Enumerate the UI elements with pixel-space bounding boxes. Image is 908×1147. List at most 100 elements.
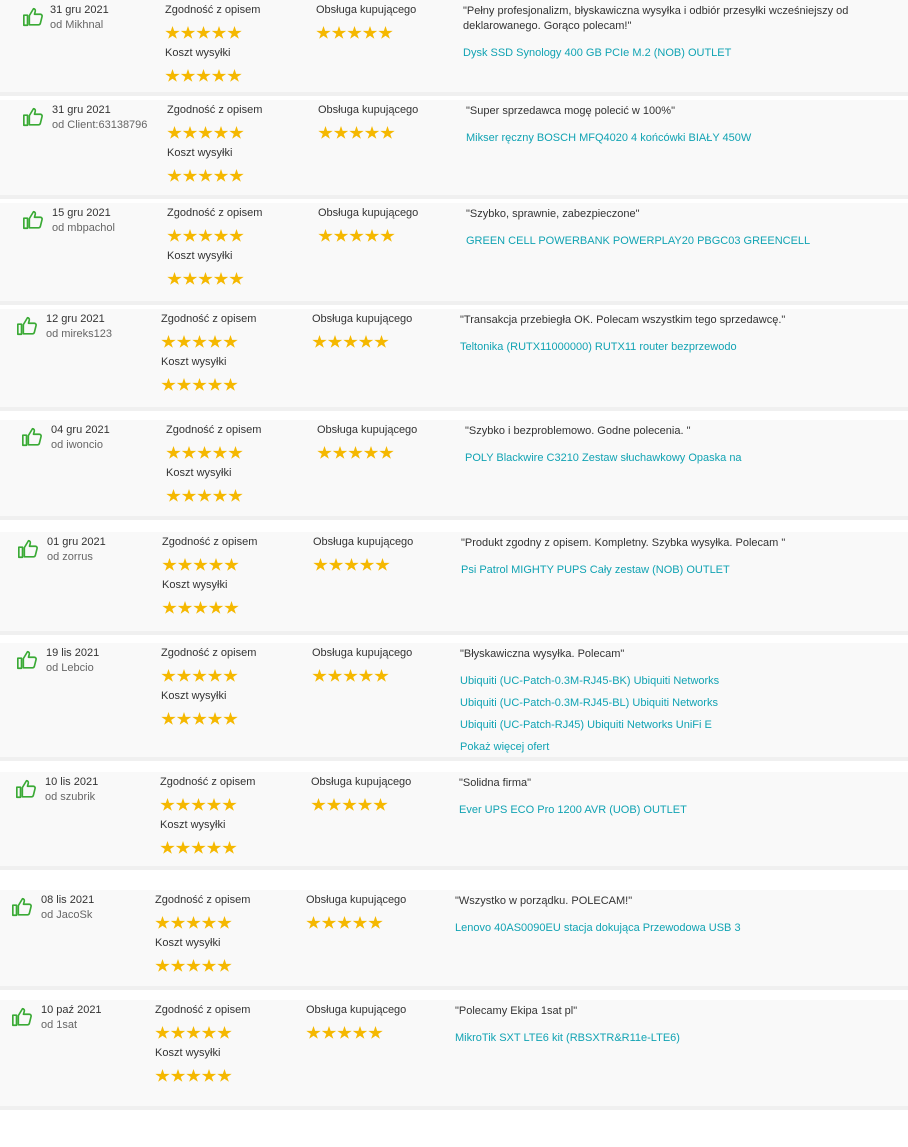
service-label: Obsługa kupującego (313, 536, 414, 548)
star-icon (318, 126, 333, 139)
star-icon (180, 26, 196, 39)
star-icon (165, 69, 180, 82)
star-icon (364, 126, 380, 139)
star-icon (349, 126, 364, 139)
star-icon (378, 26, 393, 39)
star-icon (206, 841, 222, 854)
review-date: 31 gru 2021 (52, 104, 111, 116)
star-icon (155, 959, 170, 972)
star-icon (213, 272, 229, 285)
star-icon (211, 69, 227, 82)
service-rating (312, 335, 390, 353)
product-link[interactable]: Ever UPS ECO Pro 1200 AVR (UOB) OUTLET (459, 804, 687, 816)
product-link[interactable]: Lenovo 40AS0090EU stacja dokująca Przewo… (455, 922, 741, 934)
product-link[interactable]: Mikser ręczny BOSCH MFQ4020 4 końcówki B… (466, 132, 751, 144)
description-rating (161, 669, 239, 687)
star-icon (213, 126, 229, 139)
star-icon (342, 798, 357, 811)
thumbs-up-icon (17, 538, 39, 560)
review-comment: "Polecamy Ekipa 1sat pl" (455, 1005, 578, 1017)
star-icon (312, 669, 327, 682)
star-icon (333, 229, 349, 242)
star-icon (206, 798, 222, 811)
star-icon (368, 916, 383, 929)
star-icon (227, 69, 242, 82)
description-label: Zgodność z opisem (160, 776, 256, 788)
description-rating (155, 1026, 233, 1044)
product-link[interactable]: Ubiquiti (UC-Patch-0.3M-RJ45-BL) Ubiquit… (460, 697, 718, 709)
star-icon (306, 1026, 321, 1039)
service-rating (318, 126, 396, 144)
description-label: Zgodność z opisem (167, 207, 263, 219)
product-link[interactable]: Ubiquiti (UC-Patch-RJ45) Ubiquiti Networ… (460, 719, 712, 731)
service-label: Obsługa kupującego (317, 424, 418, 436)
service-label: Obsługa kupującego (316, 4, 417, 16)
star-icon (180, 69, 196, 82)
star-icon (349, 229, 364, 242)
star-icon (211, 26, 227, 39)
review-item: 08 lis 2021 od JacoSk Zgodność z opisem Kos… (0, 890, 908, 990)
show-more-offers-link[interactable]: Pokaż więcej ofert (460, 741, 549, 753)
review-item: 04 gru 2021 od iwoncio Zgodność z opisem Ko… (0, 420, 908, 520)
review-comment: "Produkt zgodny z opisem. Kompletny. Szy… (461, 537, 786, 549)
thumbs-up-icon (21, 426, 43, 448)
thumbs-up-icon (11, 896, 33, 918)
reviewer-name: od mireks123 (46, 328, 113, 340)
description-rating (160, 798, 238, 816)
review-date: 12 gru 2021 (46, 313, 105, 325)
review-date: 01 gru 2021 (47, 536, 106, 548)
star-icon (182, 272, 198, 285)
star-icon (208, 601, 224, 614)
review-date: 19 lis 2021 (46, 647, 100, 659)
star-icon (328, 558, 344, 571)
star-icon (193, 601, 208, 614)
product-link[interactable]: Dysk SSD Synology 400 GB PCIe M.2 (NOB) … (463, 47, 731, 59)
description-rating (162, 558, 240, 576)
star-icon (352, 916, 368, 929)
product-link[interactable]: Ubiquiti (UC-Patch-0.3M-RJ45-BK) Ubiquit… (460, 675, 719, 687)
thumbs-up-icon (16, 649, 38, 671)
product-link[interactable]: MikroTik SXT LTE6 kit (RBSXTR&R11e-LTE6) (455, 1032, 680, 1044)
product-link[interactable]: GREEN CELL POWERBANK POWERPLAY20 PBGC03 … (466, 235, 810, 247)
star-icon (197, 446, 212, 459)
star-icon (177, 558, 193, 571)
star-icon (337, 916, 352, 929)
star-icon (167, 229, 182, 242)
review-date: 15 gru 2021 (52, 207, 111, 219)
product-link[interactable]: Teltonika (RUTX11000000) RUTX11 router b… (460, 341, 737, 353)
product-link[interactable]: POLY Blackwire C3210 Zestaw słuchawkowy … (465, 452, 742, 464)
star-icon (170, 1026, 186, 1039)
review-date: 31 gru 2021 (50, 4, 109, 16)
star-icon (212, 446, 228, 459)
service-rating (318, 229, 396, 247)
service-rating (316, 26, 394, 44)
star-icon (175, 841, 191, 854)
star-icon (217, 1026, 232, 1039)
star-icon (186, 959, 201, 972)
shipping-label: Koszt wysyłki (167, 147, 233, 159)
star-icon (208, 558, 224, 571)
product-link[interactable]: Psi Patrol MIGHTY PUPS Cały zestaw (NOB)… (461, 564, 730, 576)
description-label: Zgodność z opisem (166, 424, 262, 436)
star-icon (201, 916, 217, 929)
star-icon (359, 558, 375, 571)
review-comment: "Transakcja przebiegła OK. Polecam wszys… (460, 314, 786, 326)
service-label: Obsługa kupującego (306, 894, 407, 906)
star-icon (181, 489, 197, 502)
description-rating (167, 126, 245, 144)
star-icon (166, 446, 181, 459)
star-icon (343, 335, 358, 348)
review-item: 31 gru 2021 od Client:63138796 Zgodność z … (0, 100, 908, 199)
star-icon (182, 229, 198, 242)
star-icon (224, 601, 239, 614)
shipping-label: Koszt wysyłki (167, 250, 233, 262)
star-icon (212, 489, 228, 502)
reviewer-name: od mbpachol (52, 222, 115, 234)
star-icon (229, 169, 244, 182)
reviews-list: 31 gru 2021 od Mikhnal Zgodność z opisem Ko… (0, 0, 908, 1147)
star-icon (222, 841, 237, 854)
star-icon (201, 1026, 217, 1039)
star-icon (373, 798, 388, 811)
star-icon (229, 229, 244, 242)
shipping-rating (161, 378, 239, 396)
